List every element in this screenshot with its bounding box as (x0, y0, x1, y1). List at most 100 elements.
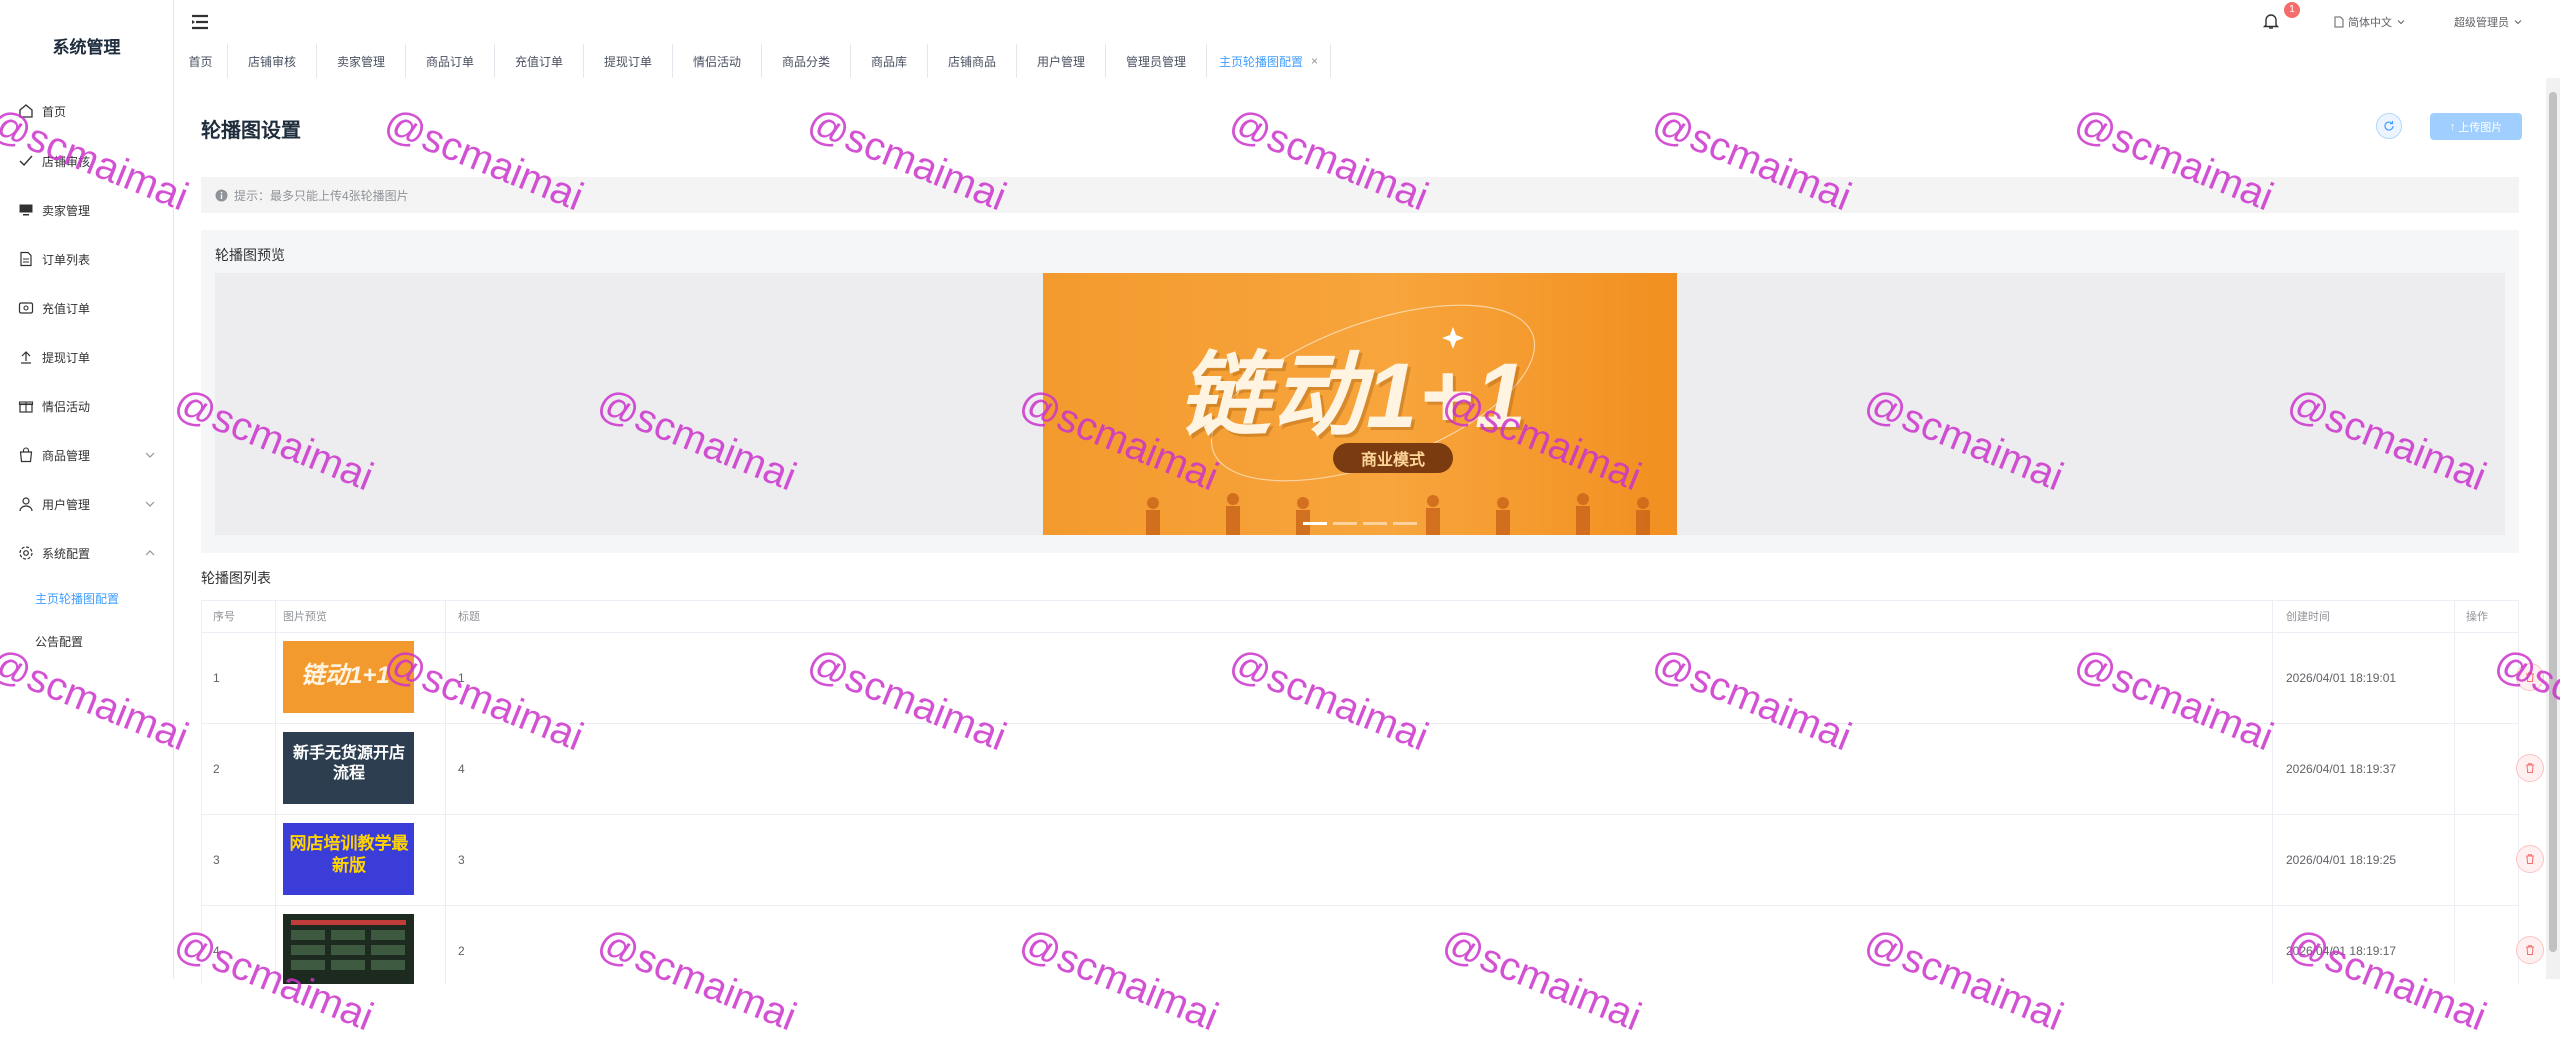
row-thumbnail[interactable]: 网店培训教学最新版 (283, 823, 414, 895)
tab-product-orders[interactable]: 商品订单 (406, 44, 495, 78)
row-thumbnail[interactable]: 新手无货源开店流程 (283, 732, 414, 804)
upload-button[interactable]: ↑ 上传图片 (2430, 113, 2522, 140)
sidebar-item-label: 提现订单 (42, 350, 91, 365)
chevron-down-icon (145, 452, 155, 458)
menu-toggle-icon[interactable] (190, 12, 210, 32)
tab-admins[interactable]: 管理员管理 (1106, 44, 1207, 78)
list-title: 轮播图列表 (201, 570, 271, 586)
vertical-scrollbar[interactable] (2546, 78, 2560, 979)
tab-recharge-orders[interactable]: 充值订单 (495, 44, 584, 78)
upload-button-label: 上传图片 (2458, 121, 2503, 134)
table-header: 序号 图片预览 标题 创建时间 操作 (201, 600, 2519, 633)
sidebar-item-shop-review[interactable]: 店铺审核 (0, 141, 173, 181)
table-row: 3 网店培训教学最新版 3 2026/04/01 18:19:25 (201, 815, 2544, 906)
sidebar-item-label: 系统配置 (42, 546, 91, 561)
user-icon (19, 497, 33, 512)
language-dropdown[interactable]: 简体中文 (2334, 14, 2406, 30)
row-created: 2026/04/01 18:19:37 (2286, 762, 2397, 776)
tab-couple-activity[interactable]: 情侣活动 (673, 44, 762, 78)
row-title: 2 (458, 944, 465, 958)
table-row: 2 新手无货源开店流程 4 2026/04/01 18:19:37 (201, 724, 2544, 815)
upload-icon (21, 351, 31, 364)
row-index: 2 (213, 762, 220, 776)
banner-tag: 商业模式 (1333, 443, 1453, 473)
delete-button[interactable] (2516, 754, 2544, 782)
column-divider (275, 600, 276, 984)
tab-users[interactable]: 用户管理 (1017, 44, 1106, 78)
language-label: 简体中文 (2348, 17, 2392, 29)
sidebar-item-label: 主页轮播图配置 (35, 591, 120, 606)
bell-icon[interactable] (2262, 12, 2280, 30)
sidebar-item-home[interactable]: 首页 (0, 91, 173, 131)
sidebar-item-withdraw[interactable]: 提现订单 (0, 337, 173, 377)
home-icon (19, 104, 33, 118)
sidebar-item-system-config[interactable]: 系统配置 (0, 533, 173, 573)
tip-text: 提示：最多只能上传4张轮播图片 (234, 188, 409, 203)
tab-product-category[interactable]: 商品分类 (762, 44, 851, 78)
sidebar-subitem-announcement-config[interactable]: 公告配置 (0, 623, 173, 659)
carousel-banner-image[interactable]: 链动1+1 商业模式 (1043, 273, 1677, 535)
sidebar-item-products[interactable]: 商品管理 (0, 435, 173, 475)
delete-button[interactable] (2516, 845, 2544, 873)
upload-icon: ↑ (2449, 120, 2456, 133)
sidebar-item-label: 订单列表 (42, 252, 91, 267)
user-dropdown[interactable]: 超级管理员 (2454, 14, 2523, 30)
column-header-created: 创建时间 (2286, 611, 2330, 623)
row-title: 3 (458, 853, 465, 867)
row-thumbnail[interactable]: 链动1+1 (283, 641, 414, 713)
row-created: 2026/04/01 18:19:25 (2286, 853, 2397, 867)
sidebar-item-users[interactable]: 用户管理 (0, 484, 173, 524)
page-title: 轮播图设置 (201, 120, 301, 142)
delete-button[interactable] (2516, 936, 2544, 964)
tab-label: 主页轮播图配置 (1218, 54, 1303, 69)
thumb-text: 网店培训教学最新版 (289, 834, 409, 875)
column-header-title: 标题 (458, 611, 480, 623)
sidebar-item-label: 卖家管理 (42, 203, 91, 218)
tab-carousel-config[interactable]: 主页轮播图配置 × (1207, 44, 1331, 78)
trash-icon (2526, 763, 2534, 773)
trash-icon (2526, 945, 2534, 955)
tab-home[interactable]: 首页 (174, 44, 228, 78)
carousel-indicator[interactable] (1363, 522, 1387, 525)
preview-label: 轮播图预览 (215, 247, 285, 263)
notification-badge: 1 (2284, 2, 2300, 18)
carousel-indicator[interactable] (1333, 522, 1357, 525)
tab-sellers[interactable]: 卖家管理 (317, 44, 406, 78)
refresh-button[interactable] (2376, 113, 2402, 139)
check-icon (19, 155, 33, 167)
sidebar-item-orders[interactable]: 订单列表 (0, 239, 173, 279)
sidebar-item-sellers[interactable]: 卖家管理 (0, 190, 173, 230)
sidebar-item-label: 情侣活动 (42, 399, 91, 414)
carousel-indicator[interactable] (1303, 522, 1327, 525)
carousel-indicator[interactable] (1393, 522, 1417, 525)
sidebar-item-recharge[interactable]: 充值订单 (0, 288, 173, 328)
gear-icon (19, 546, 33, 560)
chevron-up-icon (145, 550, 155, 556)
column-divider (2272, 600, 2273, 984)
chevron-down-icon (2397, 20, 2405, 25)
scrollbar-thumb[interactable] (2549, 92, 2557, 952)
table-row: 1 链动1+1 1 2026/04/01 18:19:01 (201, 633, 2544, 724)
carousel-preview[interactable]: 链动1+1 商业模式 (215, 273, 2505, 535)
row-index: 4 (213, 944, 220, 958)
row-title: 4 (458, 762, 465, 776)
sidebar: 系统管理 首页 店铺审核 卖家管理 订单列表 充值订单 提现订单 情侣活动 商品… (0, 0, 174, 979)
thumbnail-grid-decoration (291, 920, 406, 970)
close-icon[interactable]: × (1311, 54, 1318, 68)
chevron-down-icon (145, 501, 155, 507)
delete-button[interactable] (2516, 663, 2544, 691)
tab-shop-review[interactable]: 店铺审核 (228, 44, 317, 78)
wallet-icon (18, 302, 34, 314)
tab-withdraw-orders[interactable]: 提现订单 (584, 44, 673, 78)
document-icon (2334, 16, 2344, 28)
column-header-index: 序号 (213, 611, 235, 623)
thumb-text: 链动1+1 (301, 662, 390, 689)
tab-shop-products[interactable]: 店铺商品 (928, 44, 1017, 78)
sidebar-subitem-carousel-config[interactable]: 主页轮播图配置 (0, 580, 173, 616)
sidebar-item-couple-activity[interactable]: 情侣活动 (0, 386, 173, 426)
tab-product-library[interactable]: 商品库 (851, 44, 928, 78)
row-thumbnail[interactable] (283, 914, 414, 984)
column-header-preview: 图片预览 (283, 611, 327, 623)
trash-icon (2526, 854, 2534, 864)
trash-icon (2526, 672, 2534, 682)
